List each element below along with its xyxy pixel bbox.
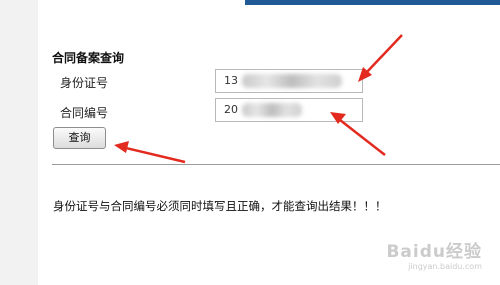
id-number-value: 13 <box>224 74 238 87</box>
redacted-blur <box>242 74 342 88</box>
requirement-notice: 身份证号与合同编号必须同时填写且正确，才能查询出结果！！！ <box>53 199 387 213</box>
baidu-watermark: Baidu经验 jingyan.baidu.com <box>386 237 482 271</box>
watermark-main: Baidu经验 <box>386 242 482 262</box>
redacted-blur <box>242 103 302 117</box>
watermark-url: jingyan.baidu.com <box>408 262 482 271</box>
divider <box>52 164 500 165</box>
top-header-bar <box>245 0 500 5</box>
query-button[interactable]: 查询 <box>53 127 106 149</box>
contract-number-value: 20 <box>224 103 238 116</box>
contract-number-label: 合同编号 <box>60 106 109 120</box>
contract-number-input[interactable]: 20 <box>215 98 363 122</box>
form-title: 合同备案查询 <box>52 51 125 65</box>
id-number-label: 身份证号 <box>60 76 109 90</box>
id-number-input[interactable]: 13 <box>215 69 363 93</box>
